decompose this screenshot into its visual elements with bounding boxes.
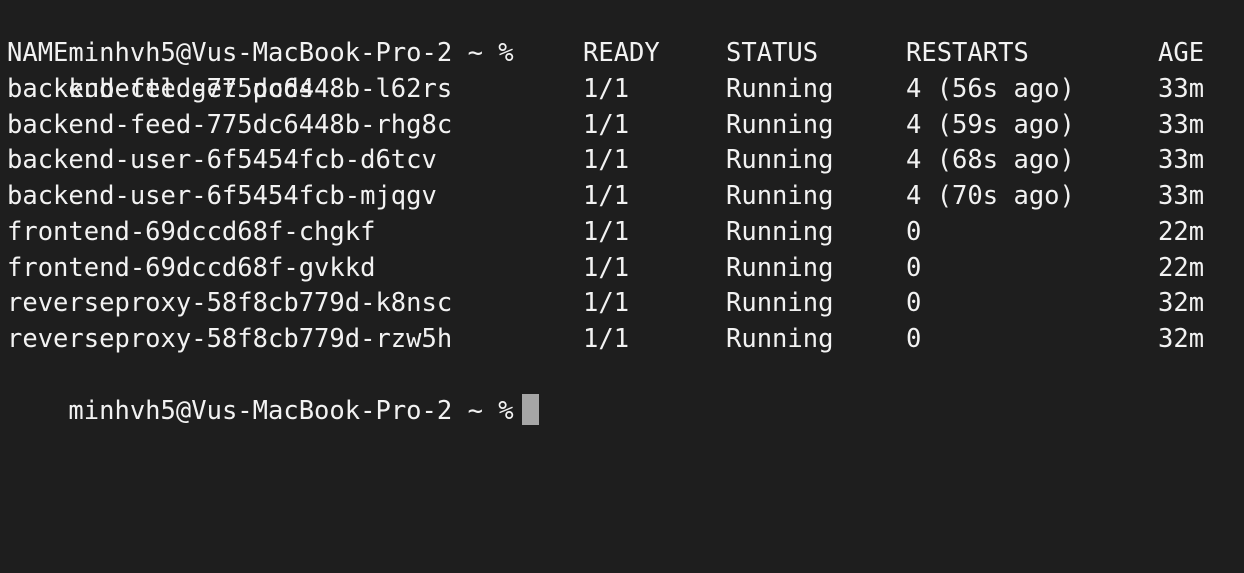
pod-status: Running	[726, 145, 834, 175]
shell-prompt: minhvh5@Vus-MacBook-Pro-2 ~ %	[68, 37, 514, 68]
pod-age: 22m	[1158, 217, 1205, 247]
pod-ready: 1/1	[583, 288, 630, 318]
terminal-window[interactable]: minhvh5@Vus-MacBook-Pro-2 ~ % kubectl ge…	[0, 0, 1244, 426]
pod-status: Running	[726, 217, 834, 247]
table-row: backend-user-6f5454fcb-mjqgv 1/1 Running…	[7, 179, 1204, 215]
pod-age: 32m	[1158, 288, 1205, 318]
pod-status: Running	[726, 181, 834, 211]
header-age: AGE	[1158, 38, 1205, 68]
pod-age: 33m	[1158, 181, 1205, 211]
command-line: minhvh5@Vus-MacBook-Pro-2 ~ % kubectl ge…	[7, 0, 513, 104]
pod-status: Running	[726, 253, 834, 283]
pod-restarts: 0	[906, 253, 922, 283]
pod-status: Running	[726, 74, 834, 104]
pod-restarts: 0	[906, 324, 922, 354]
pod-ready: 1/1	[583, 74, 630, 104]
prompt-line[interactable]: minhvh5@Vus-MacBook-Pro-2 ~ %	[7, 358, 539, 426]
pod-name: backend-user-6f5454fcb-d6tcv	[7, 145, 437, 175]
pod-age: 33m	[1158, 110, 1205, 140]
pod-name: reverseproxy-58f8cb779d-rzw5h	[7, 324, 453, 354]
pod-name: reverseproxy-58f8cb779d-k8nsc	[7, 288, 453, 318]
pod-name: backend-user-6f5454fcb-mjqgv	[7, 181, 437, 211]
pod-restarts: 4 (68s ago)	[906, 145, 1075, 175]
text-cursor	[521, 393, 539, 425]
pod-restarts: 4 (59s ago)	[906, 110, 1075, 140]
pod-ready: 1/1	[583, 145, 630, 175]
pod-status: Running	[726, 324, 834, 354]
pod-ready: 1/1	[583, 217, 630, 247]
pod-status: Running	[726, 110, 834, 140]
header-name: NAME	[7, 38, 69, 68]
pod-restarts: 0	[906, 288, 922, 318]
table-row: frontend-69dccd68f-gvkkd 1/1 Running 0 2…	[7, 251, 1204, 287]
pod-age: 33m	[1158, 145, 1205, 175]
pod-age: 32m	[1158, 324, 1205, 354]
header-ready: READY	[583, 38, 660, 68]
table-row: backend-user-6f5454fcb-d6tcv 1/1 Running…	[7, 143, 1204, 179]
pod-restarts: 4 (70s ago)	[906, 181, 1075, 211]
pod-status: Running	[726, 288, 834, 318]
pod-age: 22m	[1158, 253, 1205, 283]
pod-ready: 1/1	[583, 181, 630, 211]
pod-name: frontend-69dccd68f-chgkf	[7, 217, 376, 247]
pod-age: 33m	[1158, 74, 1205, 104]
table-row: frontend-69dccd68f-chgkf 1/1 Running 0 2…	[7, 215, 1204, 251]
table-row: reverseproxy-58f8cb779d-rzw5h 1/1 Runnin…	[7, 322, 1204, 358]
pod-restarts: 4 (56s ago)	[906, 74, 1075, 104]
pod-name: backend-feed-775dc6448b-l62rs	[7, 74, 453, 104]
table-row: backend-feed-775dc6448b-rhg8c 1/1 Runnin…	[7, 108, 1204, 144]
table-header: NAME READY STATUS RESTARTS AGE	[7, 36, 1204, 72]
pod-ready: 1/1	[583, 110, 630, 140]
header-restarts: RESTARTS	[906, 38, 1029, 68]
pod-name: backend-feed-775dc6448b-rhg8c	[7, 110, 453, 140]
header-status: STATUS	[726, 38, 819, 68]
pod-ready: 1/1	[583, 324, 630, 354]
table-row: backend-feed-775dc6448b-l62rs 1/1 Runnin…	[7, 72, 1204, 108]
pod-ready: 1/1	[583, 253, 630, 283]
table-row: reverseproxy-58f8cb779d-k8nsc 1/1 Runnin…	[7, 286, 1204, 322]
shell-prompt: minhvh5@Vus-MacBook-Pro-2 ~ %	[68, 395, 514, 426]
pod-restarts: 0	[906, 217, 922, 247]
pod-name: frontend-69dccd68f-gvkkd	[7, 253, 376, 283]
